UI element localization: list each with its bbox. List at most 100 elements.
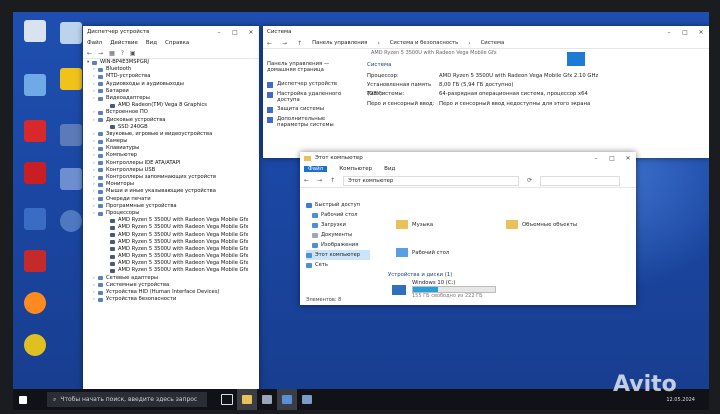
tree-device[interactable]: AMD Ryzen 5 3500U with Radeon Vega Mobil… (87, 267, 259, 274)
close-icon[interactable]: ✕ (620, 155, 636, 162)
system-window[interactable]: Система – □ ✕ ← → ↑ Панель управления › Си… (263, 26, 709, 158)
back-arrow-icon[interactable]: ← (267, 40, 272, 47)
tree-category[interactable]: › Встроенное ПО (87, 109, 259, 116)
tree-device[interactable]: AMD Radeon(TM) Vega 8 Graphics (87, 102, 259, 109)
nav-documents[interactable]: Документы (306, 230, 370, 240)
tab-file[interactable]: Файл (304, 166, 328, 172)
device-manager-window[interactable]: Диспетчер устройств – □ ✕ Файл Действие Ви… (83, 26, 259, 392)
taskbar-system[interactable] (277, 389, 297, 410)
breadcrumb-control-panel[interactable]: Панель управления (312, 40, 367, 46)
maximize-icon[interactable]: □ (227, 29, 243, 36)
taskbar-app[interactable] (257, 389, 277, 410)
folder-3d-objects[interactable]: Объемные объекты (506, 220, 577, 229)
start-button[interactable] (13, 389, 33, 410)
explorer-titlebar[interactable]: Этот компьютер – □ ✕ (300, 152, 636, 164)
desktop-icon-this-pc[interactable] (15, 74, 55, 114)
tree-category[interactable]: › Контроллеры USB (87, 167, 259, 174)
tree-category[interactable]: › MTD-устройства (87, 73, 259, 80)
tree-category[interactable]: › Дисковые устройства (87, 117, 259, 124)
tree-category[interactable]: › Контроллеры запоминающих устройств (87, 174, 259, 181)
nav-quick-access[interactable]: Быстрый доступ (306, 200, 370, 210)
tree-category[interactable]: › Аудиовходы и аудиовыходы (87, 81, 259, 88)
tree-device[interactable]: AMD Ryzen 5 3500U with Radeon Vega Mobil… (87, 224, 259, 231)
properties-icon[interactable]: ▦ (109, 50, 115, 57)
tree-category[interactable]: › Камеры (87, 138, 259, 145)
tree-category[interactable]: › Очереди печати (87, 196, 259, 203)
folder-music[interactable]: Музыка (396, 220, 433, 229)
drive-c[interactable]: Windows 10 (C:) 155 ГБ свободно из 222 Г… (392, 280, 496, 299)
tree-category[interactable]: › Контроллеры IDE ATA/ATAPI (87, 160, 259, 167)
help-icon[interactable]: ? (121, 50, 124, 57)
menu-file[interactable]: Файл (87, 40, 102, 46)
breadcrumb-system-security[interactable]: Система и безопасность (390, 40, 458, 46)
desktop-icon-firefox[interactable] (15, 292, 55, 332)
desktop-icon-chrome[interactable] (15, 334, 55, 374)
tree-category[interactable]: › Звуковые, игровые и видеоустройства (87, 131, 259, 138)
forward-arrow-icon[interactable]: → (98, 50, 103, 57)
breadcrumb-system[interactable]: Система (481, 40, 505, 46)
desktop-icon-app-red[interactable] (15, 250, 55, 290)
close-icon[interactable]: ✕ (693, 29, 709, 36)
tree-category[interactable]: › Батареи (87, 88, 259, 95)
taskbar-device-manager[interactable] (297, 389, 317, 410)
maximize-icon[interactable]: □ (604, 155, 620, 162)
nav-this-pc[interactable]: Этот компьютер (306, 250, 370, 260)
system-titlebar[interactable]: Система – □ ✕ (263, 26, 709, 38)
tree-device[interactable]: AMD Ryzen 5 3500U with Radeon Vega Mobil… (87, 232, 259, 239)
maximize-icon[interactable]: □ (677, 29, 693, 36)
back-arrow-icon[interactable]: ← (87, 50, 92, 57)
forward-arrow-icon[interactable]: → (317, 177, 322, 184)
tree-device[interactable]: SSD 240GB (87, 124, 259, 131)
nav-pictures[interactable]: Изображения (306, 240, 370, 250)
nav-network[interactable]: Сеть (306, 260, 370, 270)
tree-device[interactable]: AMD Ryzen 5 3500U with Radeon Vega Mobil… (87, 253, 259, 260)
tree-device[interactable]: AMD Ryzen 5 3500U with Radeon Vega Mobil… (87, 260, 259, 267)
menu-action[interactable]: Действие (110, 40, 138, 46)
tree-category[interactable]: › Видеоадаптеры (87, 95, 259, 102)
menu-help[interactable]: Справка (165, 40, 189, 46)
tree-category[interactable]: › Программные устройства (87, 203, 259, 210)
nav-desktop[interactable]: Рабочий стол (306, 210, 370, 220)
scan-icon[interactable]: ▣ (130, 50, 136, 57)
tree-category[interactable]: › Устройства безопасности (87, 296, 259, 303)
refresh-icon[interactable]: ⟳ (527, 177, 532, 184)
desktop-icon-recycle-bin[interactable] (15, 20, 55, 60)
minimize-icon[interactable]: – (211, 29, 227, 36)
back-arrow-icon[interactable]: ← (304, 177, 309, 184)
menu-view[interactable]: Вид (146, 40, 157, 46)
taskbar-explorer[interactable] (237, 389, 257, 410)
desktop-icon-aida64[interactable] (15, 162, 55, 202)
explorer-window[interactable]: Этот компьютер – □ ✕ Файл Компьютер Вид ← … (300, 152, 636, 305)
sidebar-advanced[interactable]: Дополнительные параметры системы (267, 116, 355, 127)
task-view-button[interactable] (217, 389, 237, 410)
tree-device[interactable]: AMD Ryzen 5 3500U with Radeon Vega Mobil… (87, 246, 259, 253)
desktop-icon-acrobat[interactable] (15, 120, 55, 160)
tab-view[interactable]: Вид (384, 166, 395, 172)
tree-category[interactable]: › Компьютер (87, 152, 259, 159)
forward-arrow-icon[interactable]: → (282, 40, 287, 47)
sidebar-remote[interactable]: Настройка удаленного доступа (267, 91, 355, 107)
tree-category[interactable]: › Процессоры (87, 210, 259, 217)
folder-desktop[interactable]: Рабочий стол (396, 248, 449, 257)
address-bar[interactable]: Этот компьютер (343, 175, 520, 186)
taskbar-search[interactable]: ⌕ Чтобы начать поиск, введите здесь запр… (47, 392, 207, 407)
sidebar-home[interactable]: Панель управления — домашняя страница (267, 61, 355, 82)
device-manager-titlebar[interactable]: Диспетчер устройств – □ ✕ (83, 26, 259, 38)
up-arrow-icon[interactable]: ↑ (297, 40, 302, 47)
nav-downloads[interactable]: Загрузки (306, 220, 370, 230)
tree-category[interactable]: › Сетевые адаптеры (87, 275, 259, 282)
tree-category[interactable]: › Мыши и иные указывающие устройства (87, 188, 259, 195)
minimize-icon[interactable]: – (661, 29, 677, 36)
search-box[interactable] (540, 175, 621, 186)
tree-category[interactable]: › Системные устройства (87, 282, 259, 289)
desktop-icon-app[interactable] (15, 208, 55, 248)
close-icon[interactable]: ✕ (243, 29, 259, 36)
tab-computer[interactable]: Компьютер (339, 166, 372, 172)
tree-device[interactable]: AMD Ryzen 5 3500U with Radeon Vega Mobil… (87, 239, 259, 246)
device-icon (98, 290, 103, 295)
tree-category[interactable]: › Клавиатуры (87, 145, 259, 152)
minimize-icon[interactable]: – (588, 155, 604, 162)
tree-root[interactable]: ▾ WIN-BP4E3MSPGRJ (87, 59, 259, 66)
tree-device[interactable]: AMD Ryzen 5 3500U with Radeon Vega Mobil… (87, 217, 259, 224)
up-arrow-icon[interactable]: ↑ (330, 177, 335, 184)
